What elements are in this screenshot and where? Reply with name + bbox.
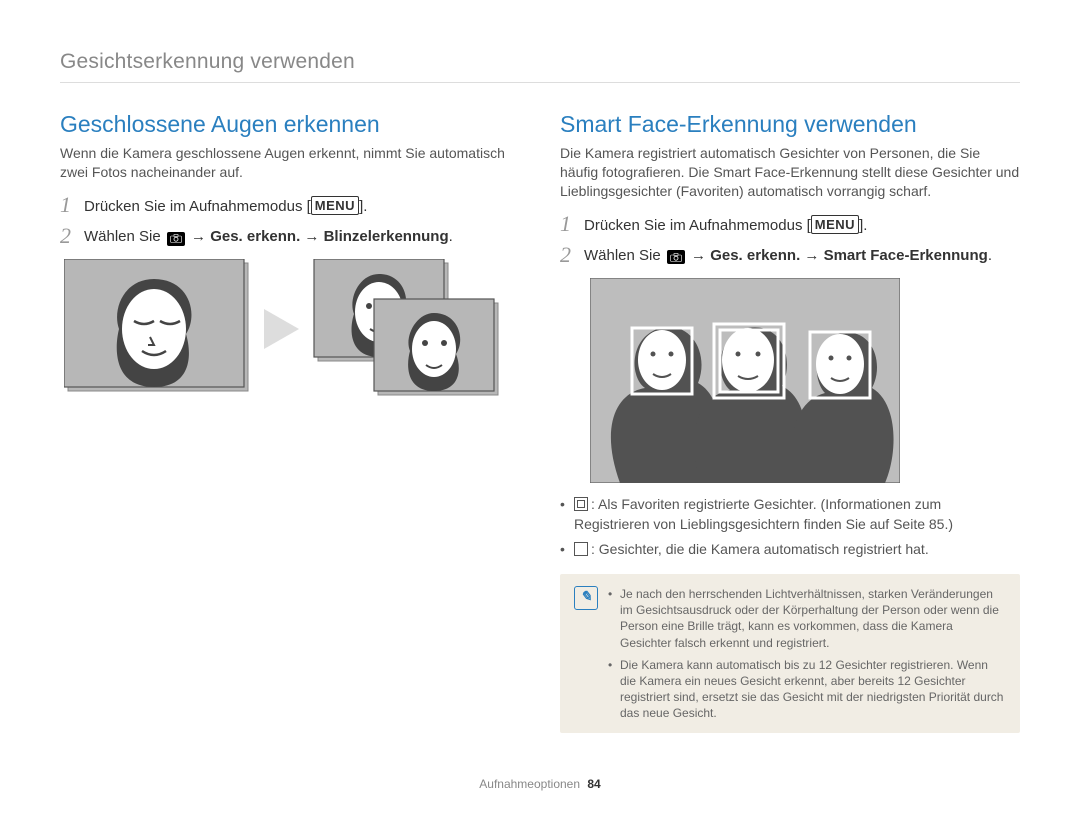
- note-item: •Je nach den herrschenden Lichtverhältni…: [608, 586, 1006, 651]
- step-body: Wählen Sie → Ges. erkenn. → Smart Face-E…: [584, 246, 1020, 266]
- step-text: Drücken Sie im Aufnahmemodus [: [584, 217, 811, 234]
- legend-auto: • : Gesichter, die die Kamera automatisc…: [560, 540, 1020, 560]
- left-intro: Wenn die Kamera geschlossene Augen erken…: [60, 144, 520, 182]
- step-body: Drücken Sie im Aufnahmemodus [MENU].: [84, 196, 520, 217]
- left-steps: 1 Drücken Sie im Aufnahmemodus [MENU]. 2…: [60, 196, 520, 248]
- bullet-dot: •: [608, 657, 620, 722]
- step-number: 2: [560, 244, 584, 266]
- note-item: •Die Kamera kann automatisch bis zu 12 G…: [608, 657, 1006, 722]
- smartface-illustration: [590, 278, 1020, 483]
- step-number: 2: [60, 225, 84, 247]
- note-box: ✎ •Je nach den herrschenden Lichtverhält…: [560, 574, 1020, 734]
- auto-face-frame-icon: [574, 542, 588, 556]
- right-intro: Die Kamera registriert automatisch Gesic…: [560, 144, 1020, 201]
- note-list: •Je nach den herrschenden Lichtverhältni…: [608, 586, 1006, 722]
- legend-label: : Als Favoriten registrierte Gesichter. …: [574, 496, 953, 532]
- left-step-2: 2 Wählen Sie → Ges. erkenn. → Blinzelerk…: [60, 227, 520, 247]
- legend-text: : Gesichter, die die Kamera automatisch …: [574, 540, 929, 560]
- legend-label: : Gesichter, die die Kamera automatisch …: [591, 541, 929, 557]
- step-text: Wählen Sie: [84, 228, 165, 245]
- note-text: Die Kamera kann automatisch bis zu 12 Ge…: [620, 657, 1006, 722]
- blink-illustration: [64, 259, 520, 409]
- right-steps: 1 Drücken Sie im Aufnahmemodus [MENU]. 2…: [560, 215, 1020, 267]
- legend-text: : Als Favoriten registrierte Gesichter. …: [574, 495, 1020, 534]
- camera-icon: [167, 232, 185, 246]
- bullet-dot: •: [608, 586, 620, 651]
- footer-label: Aufnahmeoptionen: [479, 777, 580, 791]
- bullet-dot: •: [560, 540, 574, 560]
- legend-list: • : Als Favoriten registrierte Gesichter…: [560, 495, 1020, 560]
- legend-favorite: • : Als Favoriten registrierte Gesichter…: [560, 495, 1020, 534]
- camera-icon: [667, 250, 685, 264]
- note-icon: ✎: [574, 586, 598, 610]
- step-text: Drücken Sie im Aufnahmemodus [: [84, 198, 311, 215]
- page-footer: Aufnahmeoptionen 84: [0, 777, 1080, 791]
- footer-page-number: 84: [587, 777, 600, 791]
- step-text: ].: [859, 217, 867, 234]
- step-body: Drücken Sie im Aufnahmemodus [MENU].: [584, 215, 1020, 236]
- favorite-face-frame-icon: [574, 497, 588, 511]
- right-step-2: 2 Wählen Sie → Ges. erkenn. → Smart Face…: [560, 246, 1020, 266]
- step-text: ].: [359, 198, 367, 215]
- right-title: Smart Face-Erkennung verwenden: [560, 111, 1020, 138]
- menu-button-label: MENU: [311, 196, 359, 216]
- step-text: .: [449, 228, 453, 245]
- bullet-dot: •: [560, 495, 574, 515]
- step-text-bold: → Ges. erkenn. → Smart Face-Erkennung: [687, 247, 988, 264]
- step-body: Wählen Sie → Ges. erkenn. → Blinzelerken…: [84, 227, 520, 247]
- step-text-bold: → Ges. erkenn. → Blinzelerkennung: [187, 228, 449, 245]
- step-text: .: [988, 247, 992, 264]
- manual-page: Gesichtserkennung verwenden Geschlossene…: [0, 0, 1080, 815]
- menu-button-label: MENU: [811, 215, 859, 235]
- step-text: Wählen Sie: [584, 247, 665, 264]
- left-title: Geschlossene Augen erkennen: [60, 111, 520, 138]
- step-number: 1: [560, 213, 584, 235]
- page-header: Gesichtserkennung verwenden: [60, 50, 1020, 83]
- content-columns: Geschlossene Augen erkennen Wenn die Kam…: [60, 111, 1020, 733]
- right-step-1: 1 Drücken Sie im Aufnahmemodus [MENU].: [560, 215, 1020, 236]
- left-step-1: 1 Drücken Sie im Aufnahmemodus [MENU].: [60, 196, 520, 217]
- note-text: Je nach den herrschenden Lichtverhältnis…: [620, 586, 1006, 651]
- left-column: Geschlossene Augen erkennen Wenn die Kam…: [60, 111, 520, 733]
- right-column: Smart Face-Erkennung verwenden Die Kamer…: [560, 111, 1020, 733]
- step-number: 1: [60, 194, 84, 216]
